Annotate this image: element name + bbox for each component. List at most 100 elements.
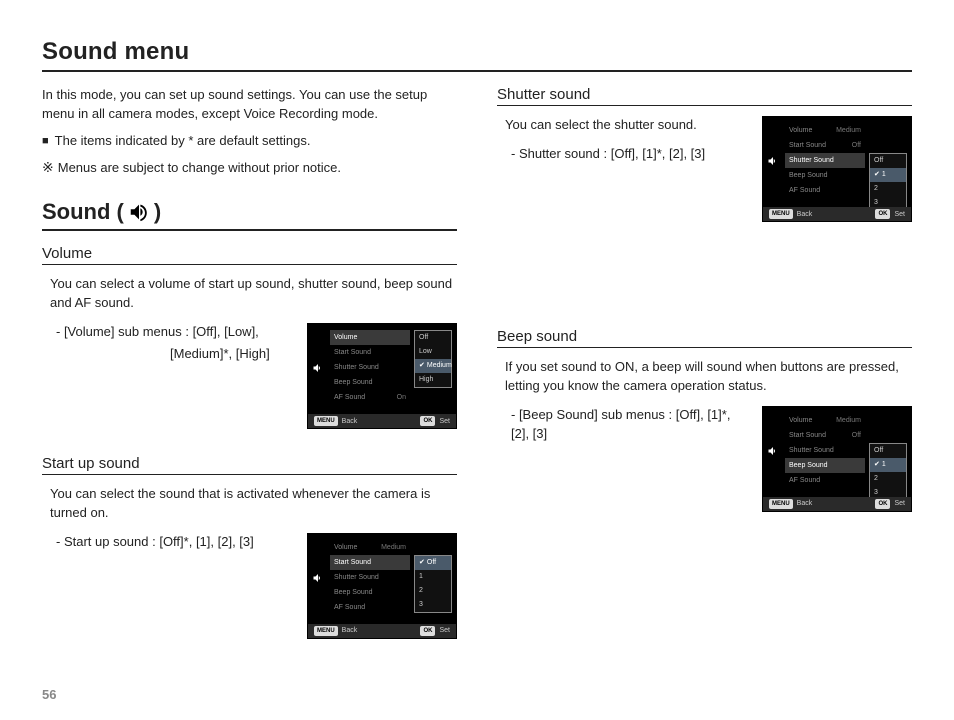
menu-value-on: On — [397, 390, 406, 405]
right-column: Shutter sound You can select the shutter… — [497, 86, 912, 665]
menu-item-af-sound[interactable]: AF Sound — [334, 390, 365, 405]
speaker-icon — [312, 572, 324, 586]
option-1[interactable]: 1 — [415, 570, 451, 584]
content-columns: In this mode, you can set up sound setti… — [42, 86, 912, 665]
beep-heading: Beep sound — [497, 328, 912, 348]
beep-menu-screenshot: Volume Medium Start Sound Off Shutter Soun… — [762, 406, 912, 512]
menu-back-btn[interactable]: MENU — [769, 209, 793, 219]
menu-value-medium: Medium — [836, 413, 861, 428]
menu-item-volume[interactable]: Volume — [334, 330, 357, 345]
menu-back-btn[interactable]: MENU — [314, 626, 338, 636]
check-icon: ✔ — [419, 559, 425, 566]
shutter-block: You can select the shutter sound. - Shut… — [497, 116, 912, 222]
option-2[interactable]: 2 — [870, 182, 906, 196]
shutter-detail: - Shutter sound : [Off], [1]*, [2], [3] — [511, 145, 750, 164]
menu-set-btn[interactable]: OK — [875, 209, 890, 219]
speaker-icon — [767, 445, 779, 459]
option-high[interactable]: High — [415, 373, 451, 387]
startup-menu-screenshot: VolumeMedium Start Sound Shutter Sound B… — [307, 533, 457, 639]
menu-item-shutter-sound[interactable]: Shutter Sound — [785, 443, 865, 458]
speaker-icon — [312, 362, 324, 376]
startup-options: ✔Off 1 2 3 — [414, 555, 452, 613]
menu-set-btn[interactable]: OK — [875, 499, 890, 509]
page-title: Sound menu — [42, 38, 912, 72]
menu-value-off: Off — [852, 138, 861, 153]
sound-heading-prefix: Sound ( — [42, 199, 124, 225]
left-column: In this mode, you can set up sound setti… — [42, 86, 457, 665]
menu-set-label: Set — [894, 500, 905, 507]
shutter-body: You can select the shutter sound. — [505, 116, 750, 135]
option-1-label: 1 — [882, 461, 886, 468]
menu-item-start-sound[interactable]: Start Sound — [330, 555, 410, 570]
option-off-label: Off — [427, 559, 436, 566]
reference-mark-icon: ※ — [42, 159, 54, 175]
menu-item-beep-sound[interactable]: Beep Sound — [785, 168, 865, 183]
menu-item-beep-sound[interactable]: Beep Sound — [785, 458, 865, 473]
menu-item-shutter-sound[interactable]: Shutter Sound — [330, 360, 410, 375]
startup-detail: - Start up sound : [Off]*, [1], [2], [3] — [56, 533, 295, 552]
menu-value-medium: Medium — [836, 123, 861, 138]
menu-back-label: Back — [342, 418, 358, 425]
startup-heading: Start up sound — [42, 455, 457, 475]
beep-body: If you set sound to ON, a beep will soun… — [505, 358, 912, 396]
page-number: 56 — [42, 687, 56, 702]
option-3[interactable]: 3 — [415, 598, 451, 612]
speaker-icon — [767, 155, 779, 169]
intro-bullet-text: The items indicated by * are default set… — [55, 132, 311, 151]
menu-back-label: Back — [797, 211, 813, 218]
option-medium[interactable]: ✔Medium — [415, 359, 451, 373]
menu-back-btn[interactable]: MENU — [769, 499, 793, 509]
volume-detail-2: [Medium]*, [High] — [170, 346, 295, 361]
menu-item-volume[interactable]: Volume — [789, 123, 812, 138]
menu-value-off: Off — [852, 428, 861, 443]
menu-item-shutter-sound[interactable]: Shutter Sound — [330, 570, 410, 585]
option-1[interactable]: ✔1 — [870, 458, 906, 472]
option-off[interactable]: ✔Off — [415, 556, 451, 570]
menu-set-label: Set — [439, 627, 450, 634]
sound-section-heading: Sound ( ) — [42, 199, 457, 231]
menu-item-beep-sound[interactable]: Beep Sound — [330, 585, 410, 600]
menu-item-start-sound[interactable]: Start Sound — [330, 345, 410, 360]
volume-detail-1: - [Volume] sub menus : [Off], [Low], — [56, 323, 295, 342]
menu-item-start-sound[interactable]: Start Sound — [789, 428, 826, 443]
intro-bullet: ■ The items indicated by * are default s… — [42, 132, 457, 151]
intro-block: In this mode, you can set up sound setti… — [42, 86, 457, 177]
menu-item-af-sound[interactable]: AF Sound — [785, 473, 865, 488]
beep-detail: - [Beep Sound] sub menus : [Off], [1]*, … — [511, 406, 750, 444]
shutter-options: Off ✔1 2 3 — [869, 153, 907, 211]
menu-item-shutter-sound[interactable]: Shutter Sound — [785, 153, 865, 168]
menu-item-start-sound[interactable]: Start Sound — [789, 138, 826, 153]
option-off[interactable]: Off — [415, 331, 451, 345]
option-1[interactable]: ✔1 — [870, 168, 906, 182]
menu-back-label: Back — [797, 500, 813, 507]
option-off[interactable]: Off — [870, 154, 906, 168]
menu-item-beep-sound[interactable]: Beep Sound — [330, 375, 410, 390]
square-bullet-icon: ■ — [42, 132, 49, 151]
option-off[interactable]: Off — [870, 444, 906, 458]
intro-note: ※Menus are subject to change without pri… — [42, 157, 457, 178]
option-2[interactable]: 2 — [415, 584, 451, 598]
shutter-menu-screenshot: Volume Medium Start Sound Off Shutter Soun… — [762, 116, 912, 222]
volume-body: You can select a volume of start up soun… — [50, 275, 457, 313]
volume-heading: Volume — [42, 245, 457, 265]
menu-back-btn[interactable]: MENU — [314, 416, 338, 426]
option-2[interactable]: 2 — [870, 472, 906, 486]
menu-set-label: Set — [439, 418, 450, 425]
menu-item-af-sound[interactable]: AF Sound — [330, 600, 410, 615]
check-icon: ✔ — [874, 171, 880, 178]
check-icon: ✔ — [874, 461, 880, 468]
menu-set-btn[interactable]: OK — [420, 626, 435, 636]
menu-item-volume[interactable]: Volume — [789, 413, 812, 428]
menu-set-btn[interactable]: OK — [420, 416, 435, 426]
menu-item-af-sound[interactable]: AF Sound — [785, 183, 865, 198]
option-1-label: 1 — [882, 171, 886, 178]
check-icon: ✔ — [419, 362, 425, 369]
volume-block: - [Volume] sub menus : [Off], [Low], [Me… — [42, 323, 457, 429]
menu-item-volume[interactable]: Volume — [334, 540, 357, 555]
beep-block: - [Beep Sound] sub menus : [Off], [1]*, … — [497, 406, 912, 512]
menu-back-label: Back — [342, 627, 358, 634]
option-low[interactable]: Low — [415, 345, 451, 359]
startup-block: - Start up sound : [Off]*, [1], [2], [3]… — [42, 533, 457, 639]
intro-text: In this mode, you can set up sound setti… — [42, 86, 457, 124]
startup-body: You can select the sound that is activat… — [50, 485, 457, 523]
